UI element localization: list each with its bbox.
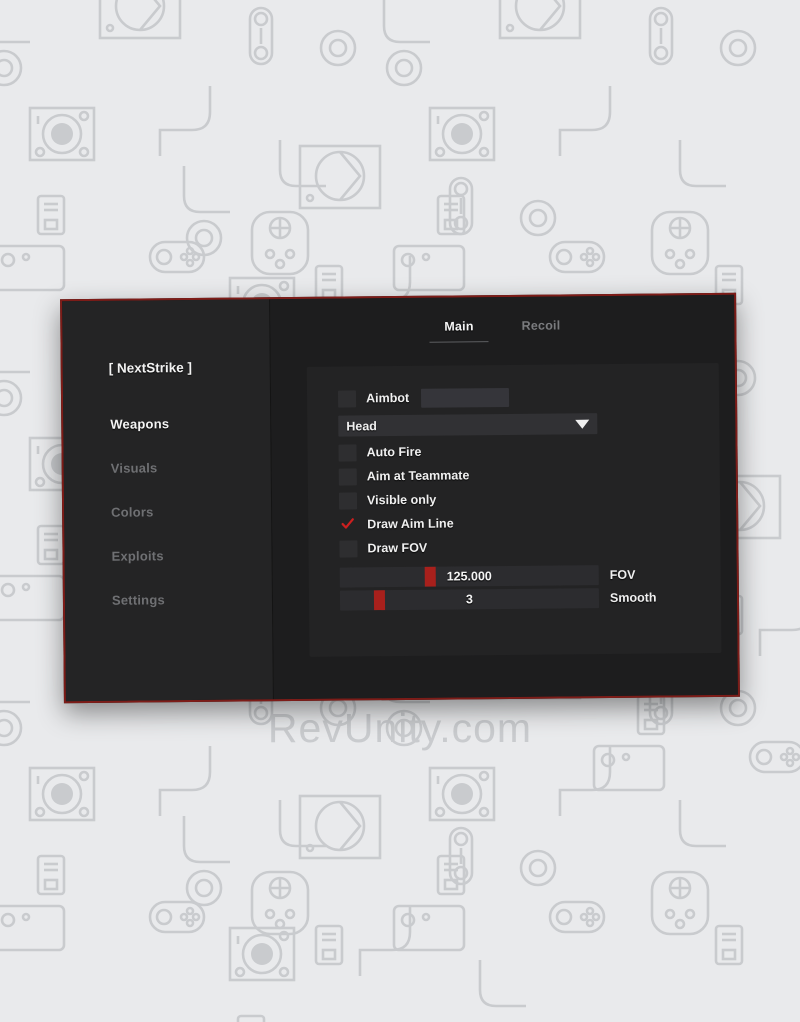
tab-label: Recoil [521,318,561,333]
aim-at-teammate-checkbox[interactable] [338,467,357,486]
draw-fov-label: Draw FOV [367,540,428,556]
option-row-visible-only: Visible only [338,485,687,512]
app-title: [ NextStrike ] [108,359,193,376]
options-list: Aimbot Head Auto Fire Aim at Teammate Vi… [337,383,688,613]
sliders-group: 125.000 FOV 3 Smooth [339,564,688,611]
tab-bar: Main Recoil [270,317,734,344]
slider-row-smooth: 3 Smooth [339,587,688,611]
smooth-slider-handle[interactable] [373,590,385,611]
cheat-menu-window: [ NextStrike ] Weapons Visuals Colors Ex… [60,292,740,704]
option-row-auto-fire: Auto Fire [338,437,686,464]
draw-fov-checkbox[interactable] [339,539,358,558]
hitbox-dropdown[interactable]: Head [338,413,598,437]
sidebar-item-visuals[interactable]: Visuals [110,459,271,476]
sidebar-item-label: Colors [111,504,154,520]
option-row-draw-aim-line: Draw Aim Line [339,509,687,536]
aimbot-checkbox[interactable] [337,389,357,408]
sidebar-item-label: Weapons [110,416,170,432]
draw-aim-line-label: Draw Aim Line [367,516,454,532]
chevron-down-icon [575,419,590,429]
hitbox-dropdown-value: Head [346,418,377,434]
options-panel: Aimbot Head Auto Fire Aim at Teammate Vi… [306,362,722,657]
fov-slider-handle[interactable] [425,566,437,587]
sidebar-item-label: Visuals [110,460,158,476]
aim-at-teammate-label: Aim at Teammate [366,468,470,484]
sidebar-item-label: Settings [111,592,165,608]
sidebar-item-weapons[interactable]: Weapons [110,415,270,432]
tab-main[interactable]: Main [444,319,474,342]
aimbot-keybind-input[interactable] [421,387,510,408]
checkmark-icon [341,517,354,529]
fov-slider-value: 125.000 [446,569,492,584]
draw-aim-line-checkbox[interactable] [339,516,357,533]
site-watermark: RevUnity.com [267,705,533,751]
sidebar-nav: Weapons Visuals Colors Exploits Settings [110,415,272,637]
tab-recoil[interactable]: Recoil [522,318,561,341]
sidebar: [ NextStrike ] Weapons Visuals Colors Ex… [62,299,274,702]
option-row-aimbot: Aimbot [337,383,686,410]
auto-fire-checkbox[interactable] [338,443,357,462]
fov-slider[interactable]: 125.000 [339,565,599,588]
tab-label: Main [444,319,474,334]
slider-row-fov: 125.000 FOV [339,564,688,588]
sidebar-item-colors[interactable]: Colors [111,503,271,520]
option-row-draw-fov: Draw FOV [339,533,687,560]
visible-only-label: Visible only [366,492,437,508]
sidebar-item-exploits[interactable]: Exploits [111,547,271,564]
main-content: Main Recoil Aimbot Head Auto Fire Aim at… [270,294,738,700]
aimbot-label: Aimbot [365,390,410,406]
option-row-aim-at-teammate: Aim at Teammate [338,461,687,488]
smooth-slider[interactable]: 3 [339,588,600,611]
sidebar-item-label: Exploits [111,548,164,564]
visible-only-checkbox[interactable] [338,491,358,510]
fov-slider-label: FOV [609,567,636,582]
auto-fire-label: Auto Fire [366,444,422,460]
smooth-slider-label: Smooth [609,590,657,605]
sidebar-item-settings[interactable]: Settings [112,591,272,608]
